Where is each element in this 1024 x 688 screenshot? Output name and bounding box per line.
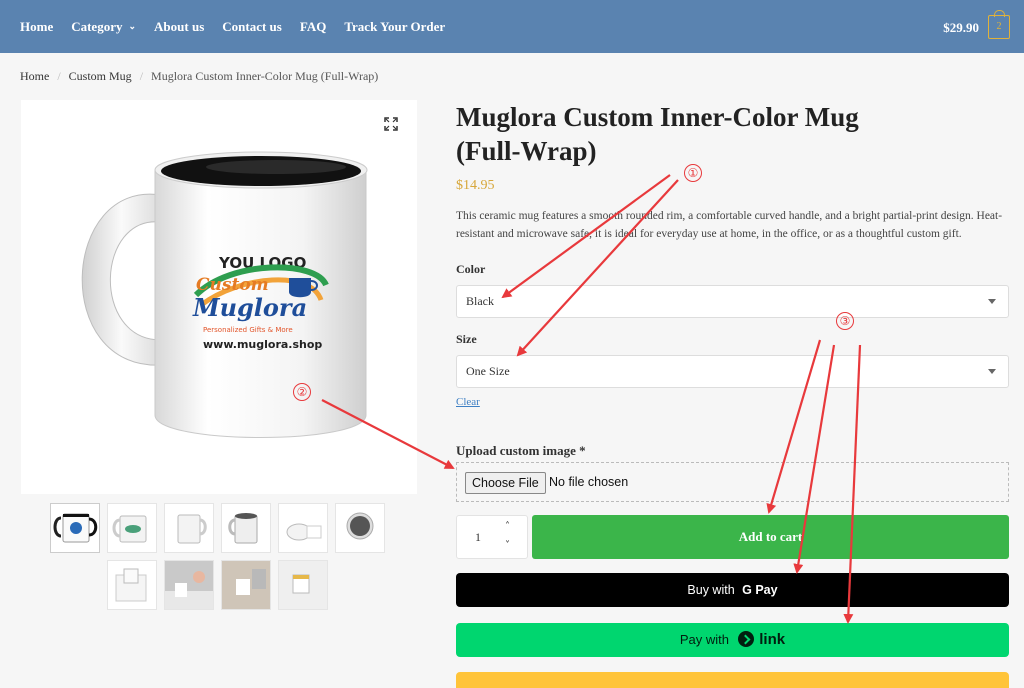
annotation-marker-3: ③ bbox=[836, 312, 854, 330]
upload-label: Upload custom image * bbox=[456, 443, 586, 458]
color-select[interactable]: Black bbox=[456, 285, 1009, 318]
thumbnail[interactable] bbox=[278, 503, 328, 553]
caret-down-icon bbox=[988, 369, 996, 374]
logo-brand: Muglora bbox=[192, 293, 307, 322]
product-price: $14.95 bbox=[456, 178, 495, 193]
thumbnail-mug-side bbox=[228, 513, 258, 544]
nav-faq[interactable]: FAQ bbox=[300, 19, 326, 35]
product-title: Muglora Custom Inner-Color Mug (Full-Wra… bbox=[456, 102, 859, 166]
nav-about[interactable]: About us bbox=[154, 19, 204, 35]
link-pay-button[interactable]: Pay with link bbox=[456, 623, 1009, 657]
chevron-down-icon[interactable]: ˅ bbox=[505, 540, 510, 551]
breadcrumb-separator: / bbox=[57, 69, 61, 83]
upload-dropzone[interactable]: Choose File No file chosen bbox=[456, 462, 1009, 502]
size-select-value: One Size bbox=[466, 364, 510, 378]
quantity-stepper[interactable]: 1 ˄ ˅ bbox=[456, 515, 528, 559]
breadcrumb-current: Muglora Custom Inner-Color Mug (Full-Wra… bbox=[151, 69, 379, 83]
thumbnail-mug-top bbox=[346, 512, 374, 540]
chevron-up-icon[interactable]: ˄ bbox=[505, 521, 510, 532]
nav-track-order[interactable]: Track Your Order bbox=[344, 19, 445, 35]
nav-home-label: Home bbox=[20, 18, 54, 34]
thumbnail-lifestyle-2 bbox=[222, 561, 270, 609]
gpay-prefix: Buy with bbox=[687, 583, 735, 597]
nav-home[interactable]: Home bbox=[20, 19, 53, 35]
thumbnail-lifestyle-1 bbox=[165, 561, 213, 609]
main-nav: Home Category ⌄ About us Contact us FAQ T… bbox=[20, 0, 463, 53]
thumbnail-white-mug bbox=[112, 515, 147, 543]
link-arrow-icon bbox=[737, 630, 754, 647]
annotation-marker-2: ② bbox=[293, 383, 311, 401]
nav-category[interactable]: Category ⌄ bbox=[71, 19, 136, 35]
annotation-marker-1: ① bbox=[684, 164, 702, 182]
color-select-value: Black bbox=[466, 294, 494, 308]
thumbnail[interactable] bbox=[278, 560, 328, 610]
gpay-brand: G Pay bbox=[742, 583, 778, 597]
thumbnail-mug-lying bbox=[286, 523, 322, 541]
clear-link[interactable]: Clear bbox=[456, 396, 480, 408]
logo-url: www.muglora.shop bbox=[203, 338, 322, 351]
size-label: Size bbox=[456, 332, 477, 346]
thumbnail[interactable] bbox=[107, 560, 157, 610]
logo-tagline: Personalized Gifts & More bbox=[203, 326, 293, 334]
thumbnail[interactable] bbox=[221, 560, 271, 610]
thumbnail-mug-back bbox=[177, 514, 207, 544]
thumbnail[interactable] bbox=[164, 503, 214, 553]
chevron-down-icon: ⌄ bbox=[128, 21, 137, 31]
product-description: This ceramic mug features a smooth round… bbox=[456, 210, 1003, 240]
add-to-cart-button[interactable]: Add to cart bbox=[532, 515, 1009, 559]
expand-icon[interactable] bbox=[384, 117, 398, 131]
nav-contact-label: Contact us bbox=[222, 18, 282, 34]
cart-total[interactable]: $29.90 bbox=[943, 20, 979, 36]
nav-faq-label: FAQ bbox=[299, 18, 327, 34]
file-status: No file chosen bbox=[549, 475, 629, 489]
thumbnail-black-mug bbox=[53, 513, 98, 543]
thumbnail-lifestyle-3 bbox=[279, 561, 327, 609]
nav-track-order-label: Track Your Order bbox=[344, 18, 446, 34]
caret-down-icon bbox=[988, 299, 996, 304]
thumbnail[interactable] bbox=[164, 560, 214, 610]
cart-count: 2 bbox=[996, 21, 1002, 32]
link-brand: link bbox=[759, 631, 786, 648]
choose-file-button[interactable]: Choose File bbox=[465, 472, 546, 494]
nav-contact[interactable]: Contact us bbox=[222, 19, 282, 35]
thumbnail[interactable] bbox=[221, 503, 271, 553]
nav-about-label: About us bbox=[154, 18, 205, 34]
link-prefix: Pay with bbox=[679, 632, 730, 647]
nav-category-label: Category bbox=[71, 18, 123, 34]
breadcrumb: Home / Custom Mug / Muglora Custom Inner… bbox=[20, 69, 378, 84]
thumbnail[interactable] bbox=[107, 503, 157, 553]
paypal-button[interactable] bbox=[456, 672, 1009, 688]
thumbnail[interactable] bbox=[50, 503, 100, 553]
site-header: Home Category ⌄ About us Contact us FAQ T… bbox=[0, 0, 1024, 53]
mug-illustration: YOU LOGO Custom Muglora Personalized Gif… bbox=[81, 151, 368, 438]
google-pay-button[interactable]: Buy with G Pay bbox=[456, 573, 1009, 607]
quantity-value[interactable]: 1 bbox=[475, 530, 481, 545]
breadcrumb-separator: / bbox=[139, 69, 144, 83]
color-label: Color bbox=[456, 262, 486, 276]
product-main-image[interactable]: YOU LOGO Custom Muglora Personalized Gif… bbox=[21, 100, 417, 494]
size-select[interactable]: One Size bbox=[456, 355, 1009, 388]
thumbnail-mug-box bbox=[115, 568, 147, 602]
breadcrumb-custom-mug[interactable]: Custom Mug bbox=[69, 69, 132, 84]
thumbnail[interactable] bbox=[335, 503, 385, 553]
logo-custom: Custom bbox=[196, 275, 269, 295]
breadcrumb-home[interactable]: Home bbox=[20, 69, 49, 84]
cart-bag-icon[interactable]: 2 bbox=[988, 10, 1010, 39]
